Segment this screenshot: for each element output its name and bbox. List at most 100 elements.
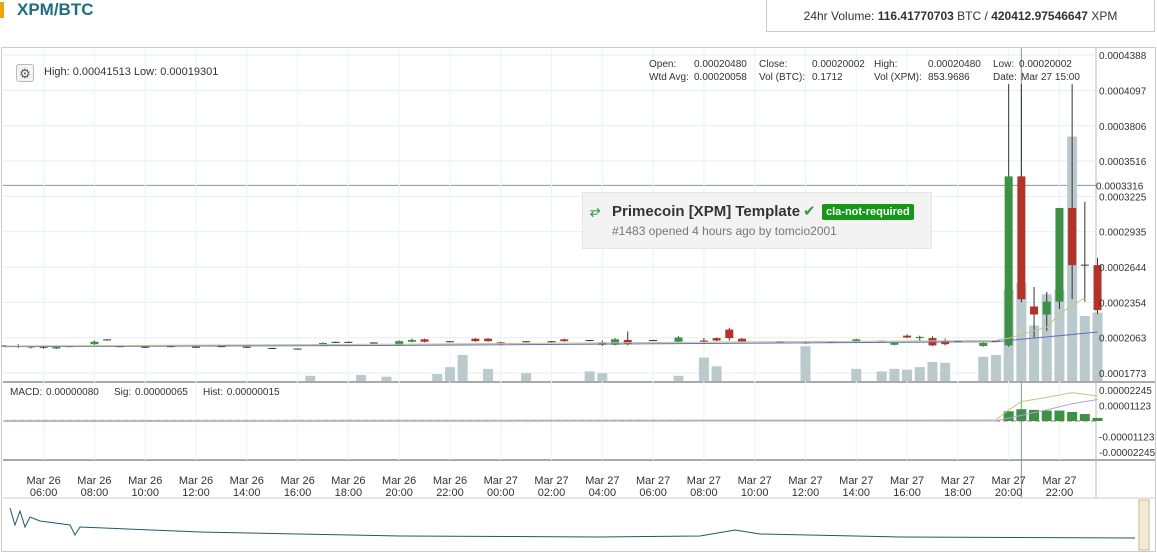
price-tick-label: 0.0003806 [1099, 122, 1147, 133]
candle-body [407, 339, 416, 342]
pull-request-title[interactable]: Primecoin [XPM] Template [612, 203, 800, 220]
time-tick-date: Mar 26 [128, 475, 162, 487]
time-tick-date: Mar 27 [890, 475, 924, 487]
close-label: Close: [759, 59, 788, 70]
time-tick-date: Mar 27 [585, 475, 619, 487]
candle-body [1042, 301, 1051, 315]
candle-body [1017, 176, 1026, 300]
time-tick-date: Mar 27 [788, 475, 822, 487]
time-tick-hour: 06:00 [30, 487, 58, 499]
time-tick-hour: 12:00 [792, 487, 820, 499]
macd-value: 0.00000080 [46, 387, 99, 398]
candle-body [915, 336, 924, 339]
volume-bar [673, 375, 684, 381]
time-tick-date: Mar 26 [230, 475, 264, 487]
candle-body [484, 338, 493, 342]
time-tick-date: Mar 26 [331, 475, 365, 487]
check-icon: ✔ [803, 203, 816, 220]
candle-body [420, 339, 429, 342]
wtd-avg-label: Wtd Avg: [649, 72, 689, 83]
time-tick-hour: 14:00 [843, 487, 871, 499]
pull-request-popup[interactable]: ⥂ Primecoin [XPM] Template ✔ cla-not-req… [582, 192, 932, 249]
pull-request-meta: #1483 opened 4 hours ago by tomcio2001 [612, 224, 837, 238]
time-tick-date: Mar 27 [484, 475, 518, 487]
volume-bar [356, 374, 367, 381]
wtd-avg-value: 0.00020058 [694, 72, 747, 83]
gear-icon[interactable]: ⚙ [16, 64, 34, 82]
open-value: 0.00020480 [694, 59, 747, 70]
time-tick-date: Mar 27 [738, 475, 772, 487]
volume-bar [1079, 316, 1090, 381]
low-value: 0.00020002 [1019, 59, 1072, 70]
macd-tick-label: -0.00002245 [1099, 448, 1156, 459]
time-tick-date: Mar 27 [1042, 475, 1076, 487]
time-tick-date: Mar 26 [179, 475, 213, 487]
time-tick-hour: 08:00 [690, 487, 718, 499]
candle-body [1004, 176, 1013, 346]
volume-bar [800, 346, 811, 381]
time-tick-hour: 16:00 [893, 487, 921, 499]
time-tick-hour: 10:00 [741, 487, 769, 499]
time-tick-hour: 22:00 [1046, 487, 1074, 499]
time-tick-date: Mar 26 [280, 475, 314, 487]
close-value: 0.00020002 [812, 59, 865, 70]
candle-body [699, 340, 708, 342]
candle-body [471, 338, 480, 342]
date-value: Mar 27 15:00 [1021, 72, 1080, 83]
candle-body [1055, 207, 1064, 302]
volume-bar [483, 368, 494, 381]
candle-body [903, 335, 912, 338]
hist-label: Hist: [202, 387, 223, 398]
macd-hist-bar [1041, 410, 1052, 421]
price-tick-label: 0.0004097 [1099, 86, 1147, 97]
candle-body [560, 339, 569, 342]
navigator-handle [1138, 499, 1150, 551]
time-tick-hour: 04:00 [589, 487, 617, 499]
macd-readout: MACD: 0.00000080 Sig: 0.00000065 Hist: 0… [10, 387, 280, 398]
volume-bar [698, 357, 709, 381]
time-tick-date: Mar 26 [77, 475, 111, 487]
macd-tick-label: 0.00001123 [1099, 401, 1152, 412]
volume-bar [978, 356, 989, 381]
volume-bar [521, 373, 532, 381]
candle-body [1068, 207, 1077, 266]
macd-tick-label: 0.00002245 [1099, 386, 1152, 397]
time-tick-date: Mar 27 [534, 475, 568, 487]
candle-body [1030, 306, 1039, 315]
volume-bar [889, 368, 900, 381]
candle-body [890, 342, 899, 345]
macd-tick-label: -0.00001123 [1099, 433, 1155, 444]
price-tick-label: 0.0003225 [1099, 192, 1147, 203]
time-tick-hour: 20:00 [385, 487, 413, 499]
volume-bar [457, 355, 468, 381]
status-badge: cla-not-required [822, 204, 914, 220]
time-tick-date: Mar 27 [941, 475, 975, 487]
time-tick-date: Mar 27 [839, 475, 873, 487]
macd-hist-bar [1079, 414, 1090, 421]
volume-bar [711, 366, 722, 381]
candle-body [738, 338, 747, 342]
volume-bar [444, 367, 455, 381]
pull-request-icon: ⥂ [590, 203, 601, 218]
time-tick-hour: 18:00 [335, 487, 363, 499]
volume-bar [381, 376, 392, 381]
candle-body [712, 338, 721, 341]
sig-value: 0.00000065 [135, 387, 188, 398]
macd-hist-bar [1054, 410, 1065, 421]
price-tick-label: 0.0002644 [1099, 263, 1147, 274]
time-tick-hour: 22:00 [436, 487, 464, 499]
vol-xpm-value: 853.9686 [928, 72, 970, 83]
price-chart[interactable]: 0.0004388 0.0004097 0.0003806 0.0003516 0.00… [0, 0, 1157, 553]
time-tick-date: Mar 27 [992, 475, 1026, 487]
price-tick-label: 0.0004388 [1099, 51, 1147, 62]
high-low-readout: High: 0.00041513 Low: 0.00019301 [44, 66, 219, 78]
time-tick-hour: 18:00 [944, 487, 972, 499]
time-tick-date: Mar 27 [636, 475, 670, 487]
time-tick-date: Mar 27 [687, 475, 721, 487]
crosshair-price-label: 0.0003316 [1096, 181, 1144, 192]
vol-btc-label: Vol (BTC): [759, 72, 806, 83]
open-label: Open: [649, 59, 677, 70]
time-tick-hour: 20:00 [995, 487, 1023, 499]
volume-bar [584, 371, 595, 381]
volume-bar [990, 355, 1001, 381]
